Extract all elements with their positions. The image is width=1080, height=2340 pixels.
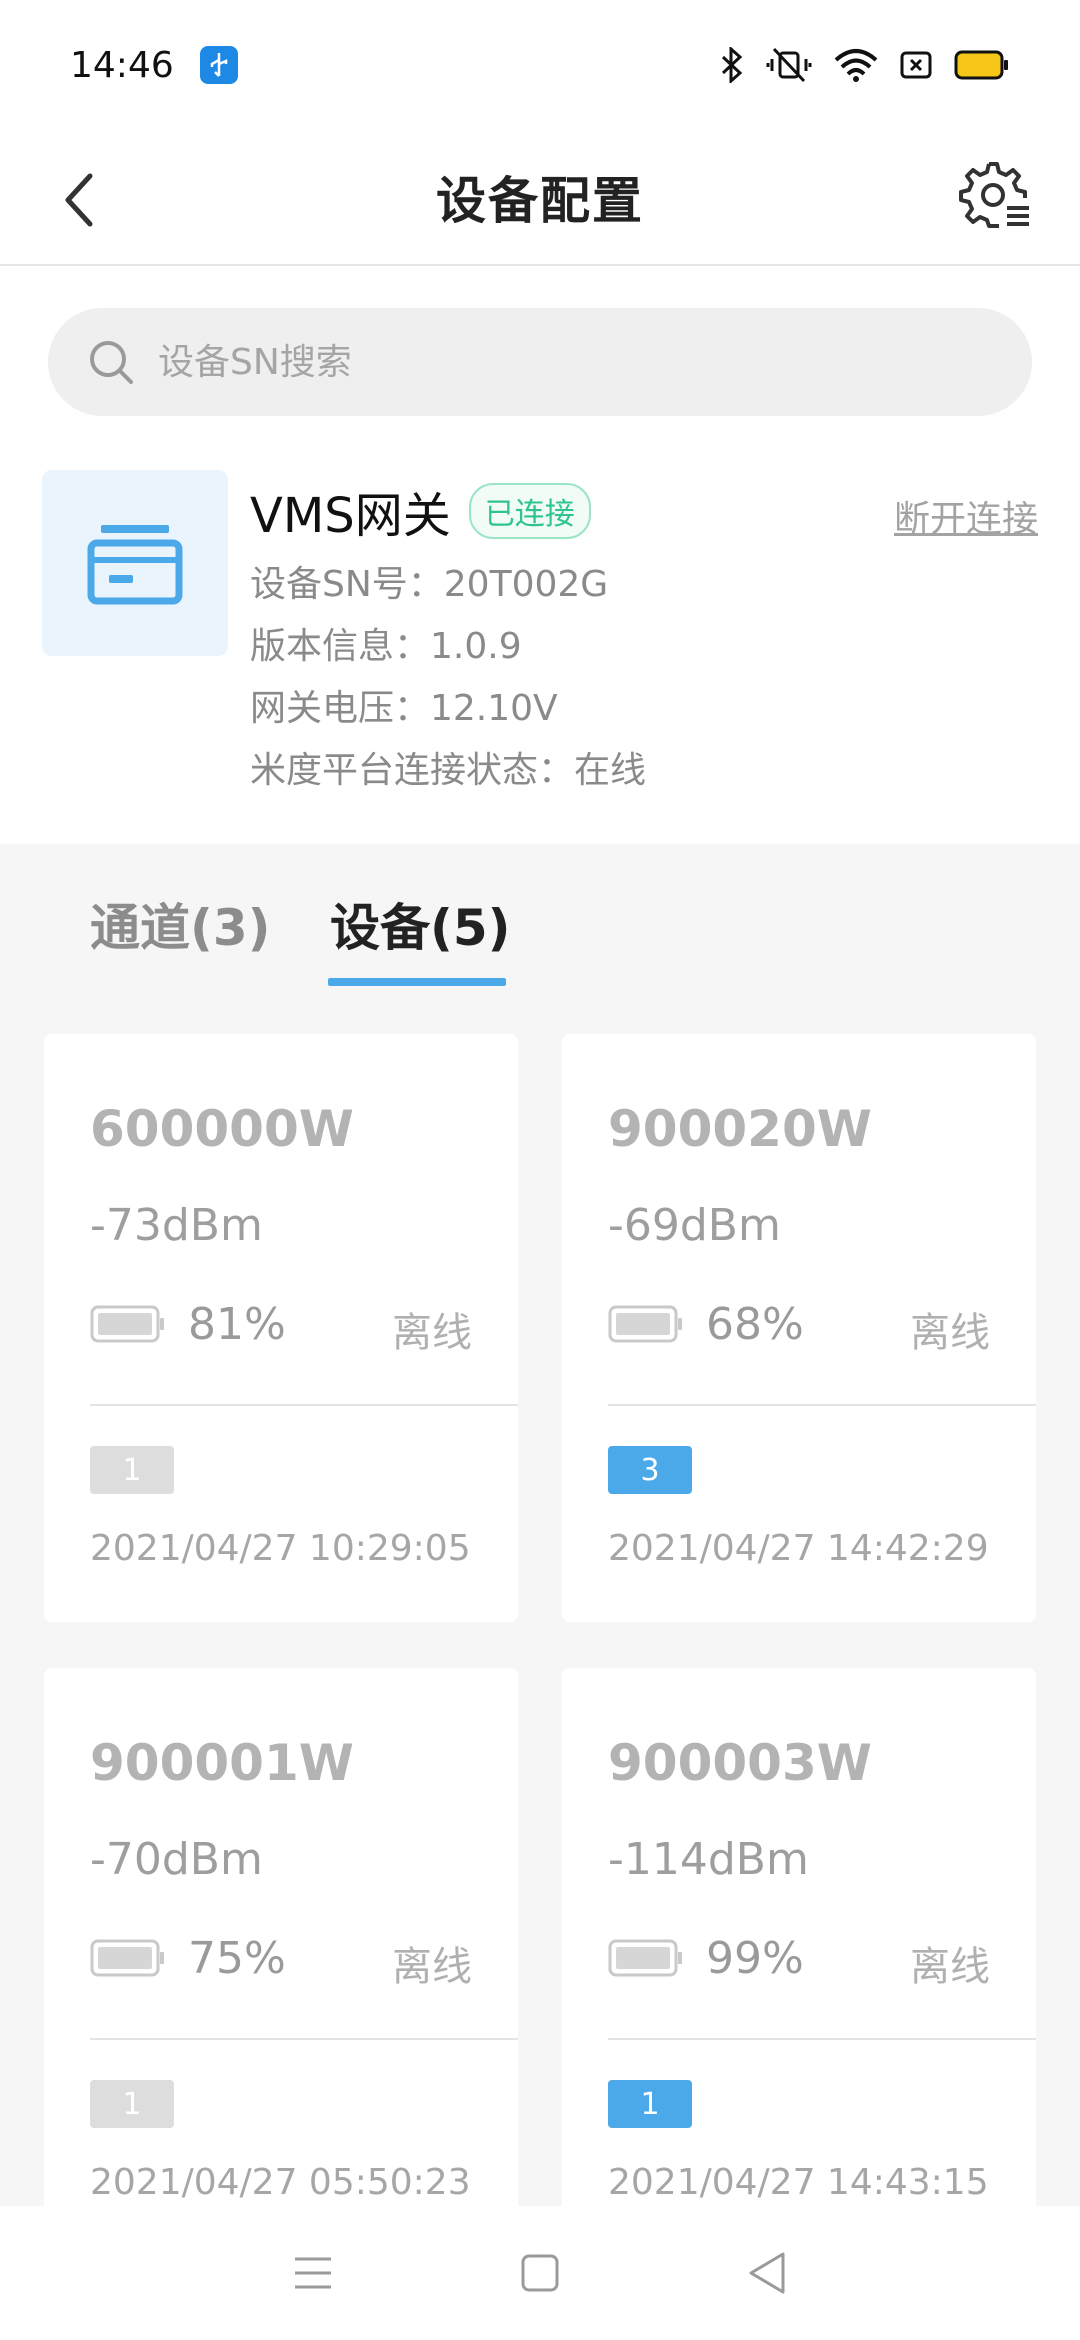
device-card[interactable]: 900020W -69dBm 68% 离线 3 2021/04/27 14:42… bbox=[562, 1034, 1036, 1622]
channel-badge: 1 bbox=[90, 1446, 174, 1494]
gateway-sn: 设备SN号：20T002G bbox=[250, 564, 609, 605]
status-bar: 14:46 bbox=[0, 0, 1080, 130]
gateway-platform-status: 米度平台连接状态：在线 bbox=[250, 750, 647, 791]
divider bbox=[608, 2038, 1036, 2040]
device-card[interactable]: 900001W -70dBm 75% 离线 1 2021/04/27 05:50… bbox=[44, 1668, 518, 2206]
chevron-left-icon bbox=[65, 173, 93, 227]
vibrate-mute-icon bbox=[766, 47, 812, 83]
home-square-icon bbox=[521, 2254, 559, 2292]
battery-icon bbox=[954, 50, 1010, 80]
device-timestamp: 2021/04/27 14:43:15 bbox=[608, 2162, 989, 2203]
device-id: 600000W bbox=[90, 1100, 354, 1158]
device-id: 900003W bbox=[608, 1734, 872, 1792]
device-status: 离线 bbox=[910, 1944, 990, 1990]
usb-icon bbox=[199, 46, 238, 84]
device-id: 900001W bbox=[90, 1734, 354, 1792]
divider bbox=[90, 2038, 518, 2040]
battery-icon bbox=[90, 1939, 164, 1977]
gateway-section: VMS网关 已连接 断开连接 设备SN号：20T002G 版本信息：1.0.9 … bbox=[0, 266, 1080, 844]
menu-nav-button[interactable] bbox=[273, 2233, 353, 2313]
device-signal: -69dBm bbox=[608, 1200, 781, 1251]
gateway-voltage: 网关电压：12.10V bbox=[250, 688, 558, 729]
gateway-device-icon bbox=[87, 525, 183, 605]
status-time: 14:46 bbox=[70, 44, 174, 86]
gateway-name-row: VMS网关 已连接 bbox=[250, 476, 591, 546]
divider bbox=[90, 1404, 518, 1406]
divider bbox=[608, 1404, 1036, 1406]
battery-percent: 99% bbox=[706, 1932, 804, 1984]
device-status: 离线 bbox=[910, 1310, 990, 1356]
connection-status-badge: 已连接 bbox=[468, 483, 591, 539]
system-nav-bar bbox=[0, 2206, 1080, 2340]
device-status: 离线 bbox=[392, 1944, 472, 1990]
menu-icon bbox=[295, 2257, 332, 2289]
battery-percent: 81% bbox=[188, 1298, 286, 1350]
battery-icon bbox=[90, 1305, 164, 1343]
disconnect-link[interactable]: 断开连接 bbox=[894, 490, 1038, 542]
battery-icon bbox=[608, 1939, 682, 1977]
app-header: 设备配置 bbox=[0, 130, 1080, 266]
device-timestamp: 2021/04/27 10:29:05 bbox=[90, 1528, 471, 1569]
tab-devices[interactable]: 设备(5) bbox=[330, 888, 511, 960]
gateway-info: 设备SN号：20T002G 版本信息：1.0.9 网关电压：12.10V 米度平… bbox=[250, 554, 646, 802]
search-input[interactable] bbox=[158, 341, 958, 383]
device-signal: -114dBm bbox=[608, 1834, 809, 1885]
bluetooth-icon bbox=[720, 47, 744, 83]
wifi-icon bbox=[834, 48, 878, 82]
device-status: 离线 bbox=[392, 1310, 472, 1356]
device-grid: 600000W -73dBm 81% 离线 1 2021/04/27 10:29… bbox=[0, 1034, 1080, 2206]
gear-list-icon bbox=[959, 162, 1029, 228]
channel-badge: 1 bbox=[90, 2080, 174, 2128]
device-card[interactable]: 600000W -73dBm 81% 离线 1 2021/04/27 10:29… bbox=[44, 1034, 518, 1622]
battery-percent: 75% bbox=[188, 1932, 286, 1984]
back-nav-button[interactable] bbox=[727, 2233, 807, 2313]
device-signal: -70dBm bbox=[90, 1834, 263, 1885]
gateway-version: 版本信息：1.0.9 bbox=[250, 626, 522, 667]
triangle-back-icon bbox=[749, 2252, 785, 2294]
channel-badge: 3 bbox=[608, 1446, 692, 1494]
channel-badge: 1 bbox=[608, 2080, 692, 2128]
tab-channels[interactable]: 通道(3) bbox=[90, 888, 271, 960]
device-card[interactable]: 900003W -114dBm 99% 离线 1 2021/04/27 14:4… bbox=[562, 1668, 1036, 2206]
device-timestamp: 2021/04/27 14:42:29 bbox=[608, 1528, 989, 1569]
device-id: 900020W bbox=[608, 1100, 872, 1158]
search-bar[interactable] bbox=[48, 308, 1032, 416]
home-nav-button[interactable] bbox=[500, 2233, 580, 2313]
device-timestamp: 2021/04/27 05:50:23 bbox=[90, 2162, 471, 2203]
settings-button[interactable] bbox=[950, 150, 1040, 240]
gateway-name: VMS网关 bbox=[250, 488, 451, 544]
sim-off-icon bbox=[900, 50, 932, 80]
device-signal: -73dBm bbox=[90, 1200, 263, 1251]
gateway-icon bbox=[42, 470, 228, 656]
active-tab-indicator bbox=[328, 978, 506, 986]
back-button[interactable] bbox=[40, 160, 120, 240]
search-icon bbox=[90, 341, 133, 384]
battery-percent: 68% bbox=[706, 1298, 804, 1350]
page-title: 设备配置 bbox=[436, 172, 644, 230]
battery-icon bbox=[608, 1305, 682, 1343]
tab-bar: 通道(3) 设备(5) bbox=[0, 844, 1080, 990]
